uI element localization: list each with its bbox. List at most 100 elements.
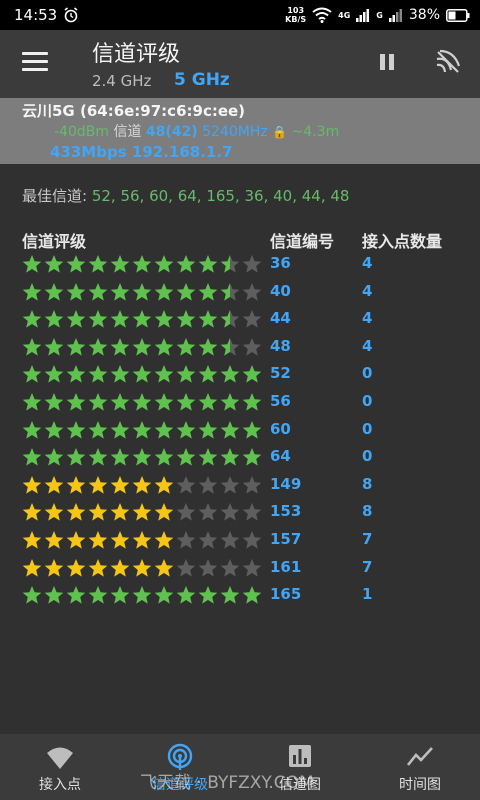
star-icon <box>110 586 130 604</box>
star-icon <box>198 503 218 521</box>
star-icon <box>176 255 196 273</box>
star-icon <box>22 475 42 494</box>
link-speed: 433Mbps <box>50 143 127 161</box>
table-row: 36 4 <box>0 251 480 277</box>
signal-g-label: G <box>376 10 383 20</box>
scan-signal-icon[interactable] <box>434 48 462 76</box>
star-icon <box>132 531 152 549</box>
star-icon <box>176 420 196 439</box>
star-icon <box>132 282 152 301</box>
channel-number: 56 <box>270 392 291 410</box>
channel-number: 64 <box>270 447 291 466</box>
network-speed-ip: 433Mbps 192.168.1.7 <box>50 143 232 161</box>
star-icon <box>132 503 152 521</box>
ap-count: 4 <box>362 309 373 328</box>
star-icon <box>22 531 42 549</box>
bar-chart-icon <box>289 745 311 767</box>
channel-number: 161 <box>270 557 302 576</box>
star-icon <box>242 282 262 301</box>
star-icon <box>242 310 262 328</box>
star-icon <box>242 531 262 549</box>
star-icon <box>220 337 240 356</box>
menu-icon[interactable] <box>22 50 50 74</box>
star-icon <box>66 531 86 549</box>
star-icon <box>110 420 130 439</box>
connected-network-panel[interactable]: 云川5G (64:6e:97:c6:9c:ee) -40dBm 信道 48(42… <box>0 98 480 164</box>
star-icon <box>154 393 174 411</box>
star-icon <box>242 558 262 577</box>
star-icon <box>44 310 64 328</box>
frequency: 5240MHz <box>202 124 268 140</box>
star-icon <box>176 393 196 411</box>
nav-access-points[interactable]: 接入点 <box>0 734 120 800</box>
table-row: 157 7 <box>0 527 480 553</box>
star-icon <box>66 393 86 411</box>
star-icon <box>198 365 218 383</box>
star-icon <box>132 365 152 383</box>
star-icon <box>242 337 262 356</box>
line-chart-icon <box>406 747 433 766</box>
star-icon <box>220 448 240 466</box>
star-icon <box>44 365 64 383</box>
signal-bars-icon <box>356 9 370 22</box>
pause-icon[interactable] <box>376 52 398 74</box>
star-icon <box>198 393 218 411</box>
star-icon <box>22 503 42 521</box>
ap-count: 1 <box>362 585 373 604</box>
band-24ghz-tab[interactable]: 2.4 GHz <box>92 72 151 90</box>
star-icon <box>88 365 108 383</box>
table-row: 56 0 <box>0 389 480 415</box>
star-icon <box>44 586 64 604</box>
star-icon <box>110 448 130 466</box>
star-icon <box>132 393 152 411</box>
star-icon <box>110 255 130 273</box>
signal-bars-icon <box>388 9 402 22</box>
star-icon <box>22 337 42 356</box>
header-channel: 信道编号 <box>270 232 335 251</box>
star-icon <box>154 255 174 273</box>
star-icon <box>198 531 218 549</box>
star-icon <box>66 255 86 273</box>
table-row: 149 8 <box>0 472 480 498</box>
channel-number: 40 <box>270 281 291 300</box>
star-icon <box>44 255 64 273</box>
star-icon <box>220 586 240 604</box>
star-icon <box>132 586 152 604</box>
star-icon <box>66 282 86 301</box>
band-5ghz-tab[interactable]: 5 GHz <box>174 70 230 90</box>
star-icon <box>198 475 218 494</box>
ap-count: 4 <box>362 336 373 355</box>
star-icon <box>110 337 130 356</box>
signal-4g-label: 4G <box>338 10 351 20</box>
channel-label: 信道 <box>113 124 142 140</box>
table-row: 44 4 <box>0 306 480 332</box>
ap-count: 8 <box>362 474 373 493</box>
star-icon <box>176 503 196 521</box>
star-icon <box>66 475 86 494</box>
battery-percent: 38% <box>408 7 440 23</box>
star-icon <box>132 420 152 439</box>
star-icon <box>132 475 152 494</box>
star-icon <box>44 448 64 466</box>
star-icon <box>220 531 240 549</box>
page-title: 信道评级 <box>92 42 181 67</box>
star-icon <box>198 282 218 301</box>
app-bar: 信道评级 2.4 GHz 5 GHz <box>0 30 480 98</box>
nav-time-graph[interactable]: 时间图 <box>360 734 480 800</box>
best-channels-label: 最佳信道: <box>22 187 88 205</box>
star-icon <box>220 310 240 328</box>
star-icon <box>88 448 108 466</box>
wifi-status-icon <box>312 7 332 23</box>
channel-number: 44 <box>270 309 291 328</box>
star-icon <box>110 475 130 494</box>
star-icon <box>66 310 86 328</box>
star-icon <box>242 420 262 439</box>
wifi-icon <box>47 747 73 769</box>
table-row: 153 8 <box>0 499 480 525</box>
star-icon <box>110 282 130 301</box>
battery-icon <box>446 8 470 22</box>
star-icon <box>66 448 86 466</box>
table-row: 52 0 <box>0 361 480 387</box>
star-icon <box>198 448 218 466</box>
channel-number: 165 <box>270 585 302 604</box>
